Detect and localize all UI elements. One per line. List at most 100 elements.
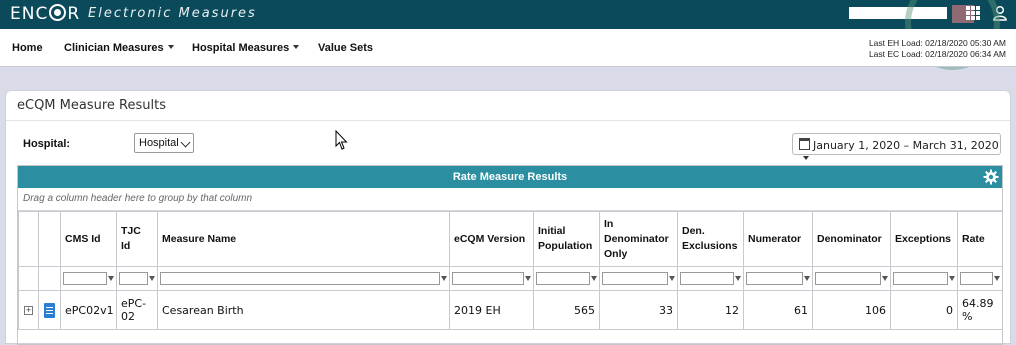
filter-input[interactable] xyxy=(119,272,148,285)
header-row: CMS Id TJC Id Measure Name eCQM Version … xyxy=(18,211,1003,267)
nav-home[interactable]: Home xyxy=(12,42,43,54)
table-row[interactable]: + ePC02v1 ePC-02 Cesarean Birth 2019 EH … xyxy=(18,290,1003,330)
filter-icon[interactable] xyxy=(149,276,155,281)
filter-input[interactable] xyxy=(452,272,524,285)
load-status: Last EH Load: 02/18/2020 05:30 AM Last E… xyxy=(869,38,1006,60)
col-cms-id[interactable]: CMS Id xyxy=(60,211,117,267)
user-icon[interactable] xyxy=(993,5,1007,21)
app-subtitle: Electronic Measures xyxy=(88,6,257,21)
col-numerator[interactable]: Numerator xyxy=(743,211,813,267)
hospital-select[interactable]: Hospital xyxy=(134,133,194,153)
group-by-hint[interactable]: Drag a column header here to group by th… xyxy=(18,188,1002,211)
filter-icon[interactable] xyxy=(591,276,597,281)
filter-icon[interactable] xyxy=(994,276,1000,281)
col-measure-name[interactable]: Measure Name xyxy=(157,211,450,267)
col-in-denominator-only[interactable]: In Denominator Only xyxy=(599,211,678,267)
cell-in-denominator-only: 33 xyxy=(599,290,678,330)
brand-logo[interactable]: ENC R xyxy=(10,4,80,24)
filter-measure-name xyxy=(157,266,450,291)
cell-den-exclusions: 12 xyxy=(677,290,744,330)
filter-in-denominator-only xyxy=(599,266,678,291)
cell-rate: 64.89 % xyxy=(957,290,1003,330)
col-initial-population[interactable]: Initial Population xyxy=(533,211,600,267)
caret-down-icon xyxy=(803,156,809,160)
results-table: CMS Id TJC Id Measure Name eCQM Version … xyxy=(18,211,1003,330)
user-name-box xyxy=(849,7,947,19)
filter-icon[interactable] xyxy=(525,276,531,281)
date-range-value: January 1, 2020 – March 31, 2020 xyxy=(813,139,999,152)
filter-exceptions xyxy=(890,266,958,291)
cell-exceptions: 0 xyxy=(890,290,958,330)
grid-title-bar: Rate Measure Results xyxy=(18,166,1002,188)
col-exceptions[interactable]: Exceptions xyxy=(890,211,958,267)
filter-input[interactable] xyxy=(536,272,590,285)
filter-input[interactable] xyxy=(63,272,107,285)
filter-rate xyxy=(957,266,1003,291)
cell-ecqm-version: 2019 EH xyxy=(449,290,534,330)
cell-measure-name: Cesarean Birth xyxy=(157,290,450,330)
filter-icon[interactable] xyxy=(804,276,810,281)
results-panel: eCQM Measure Results Hospital: Hospital … xyxy=(5,90,1011,345)
col-rate[interactable]: Rate xyxy=(957,211,1003,267)
hospital-label: Hospital: xyxy=(23,138,71,150)
filter-input[interactable] xyxy=(160,272,440,285)
logo-o-icon xyxy=(49,4,67,21)
gear-icon[interactable] xyxy=(983,169,999,185)
filter-icon[interactable] xyxy=(669,276,675,281)
filter-icon[interactable] xyxy=(882,276,888,281)
document-icon[interactable] xyxy=(44,302,55,318)
col-denominator[interactable]: Denominator xyxy=(812,211,891,267)
col-expand xyxy=(18,211,39,267)
top-bar: ENC R Electronic Measures xyxy=(0,0,1016,29)
divider xyxy=(6,120,1010,121)
filter-input[interactable] xyxy=(602,272,668,285)
results-grid: Rate Measure Results Drag a column heade… xyxy=(17,165,1003,345)
filter-input[interactable] xyxy=(815,272,881,285)
calendar-icon xyxy=(799,138,810,150)
caret-down-icon xyxy=(293,45,300,49)
cell-denominator: 106 xyxy=(812,290,891,330)
filter-cms-id xyxy=(60,266,117,291)
filter-cell-empty xyxy=(18,266,39,291)
filter-tjc-id xyxy=(116,266,158,291)
hospital-select-value: Hospital xyxy=(139,137,179,149)
apps-grid-icon[interactable] xyxy=(966,6,980,20)
filter-icon[interactable] xyxy=(441,276,447,281)
doc-cell xyxy=(38,290,61,330)
nav-hospital-label: Hospital Measures xyxy=(192,42,290,54)
col-tjc-id[interactable]: TJC Id xyxy=(116,211,158,267)
nav-hospital-measures[interactable]: Hospital Measures xyxy=(192,42,300,54)
nav-bar: Home Clinician Measures Hospital Measure… xyxy=(0,29,1016,67)
filter-numerator xyxy=(743,266,813,291)
filter-cell-empty xyxy=(38,266,61,291)
col-ecqm-version[interactable]: eCQM Version xyxy=(449,211,534,267)
date-range-picker[interactable]: January 1, 2020 – March 31, 2020 xyxy=(792,133,1001,160)
page-title: eCQM Measure Results xyxy=(17,98,166,113)
filter-input[interactable] xyxy=(746,272,803,285)
filter-icon[interactable] xyxy=(949,276,955,281)
nav-value-sets[interactable]: Value Sets xyxy=(318,42,373,54)
filter-input[interactable] xyxy=(893,272,948,285)
col-den-exclusions[interactable]: Den. Exclusions xyxy=(677,211,744,267)
filter-input[interactable] xyxy=(960,272,993,285)
mouse-cursor-icon xyxy=(335,130,348,150)
expand-icon[interactable]: + xyxy=(24,305,33,315)
chevron-down-icon xyxy=(180,137,191,148)
nav-clinician-measures[interactable]: Clinician Measures xyxy=(64,42,174,54)
col-icon xyxy=(38,211,61,267)
cell-tjc-id: ePC-02 xyxy=(116,290,158,330)
cell-cms-id: ePC02v1 xyxy=(60,290,117,330)
last-ec-load: Last EC Load: 02/18/2020 06:34 AM xyxy=(868,49,1006,59)
filter-denominator xyxy=(812,266,891,291)
filter-initial-population xyxy=(533,266,600,291)
expand-cell: + xyxy=(18,290,39,330)
filter-ecqm-version xyxy=(449,266,534,291)
filter-icon[interactable] xyxy=(735,276,741,281)
filter-row xyxy=(18,266,1003,291)
caret-down-icon xyxy=(167,45,174,49)
filter-input[interactable] xyxy=(680,272,734,285)
filter-icon[interactable] xyxy=(108,276,114,281)
grid-title: Rate Measure Results xyxy=(452,171,568,183)
filter-den-exclusions xyxy=(677,266,744,291)
cell-numerator: 61 xyxy=(743,290,813,330)
